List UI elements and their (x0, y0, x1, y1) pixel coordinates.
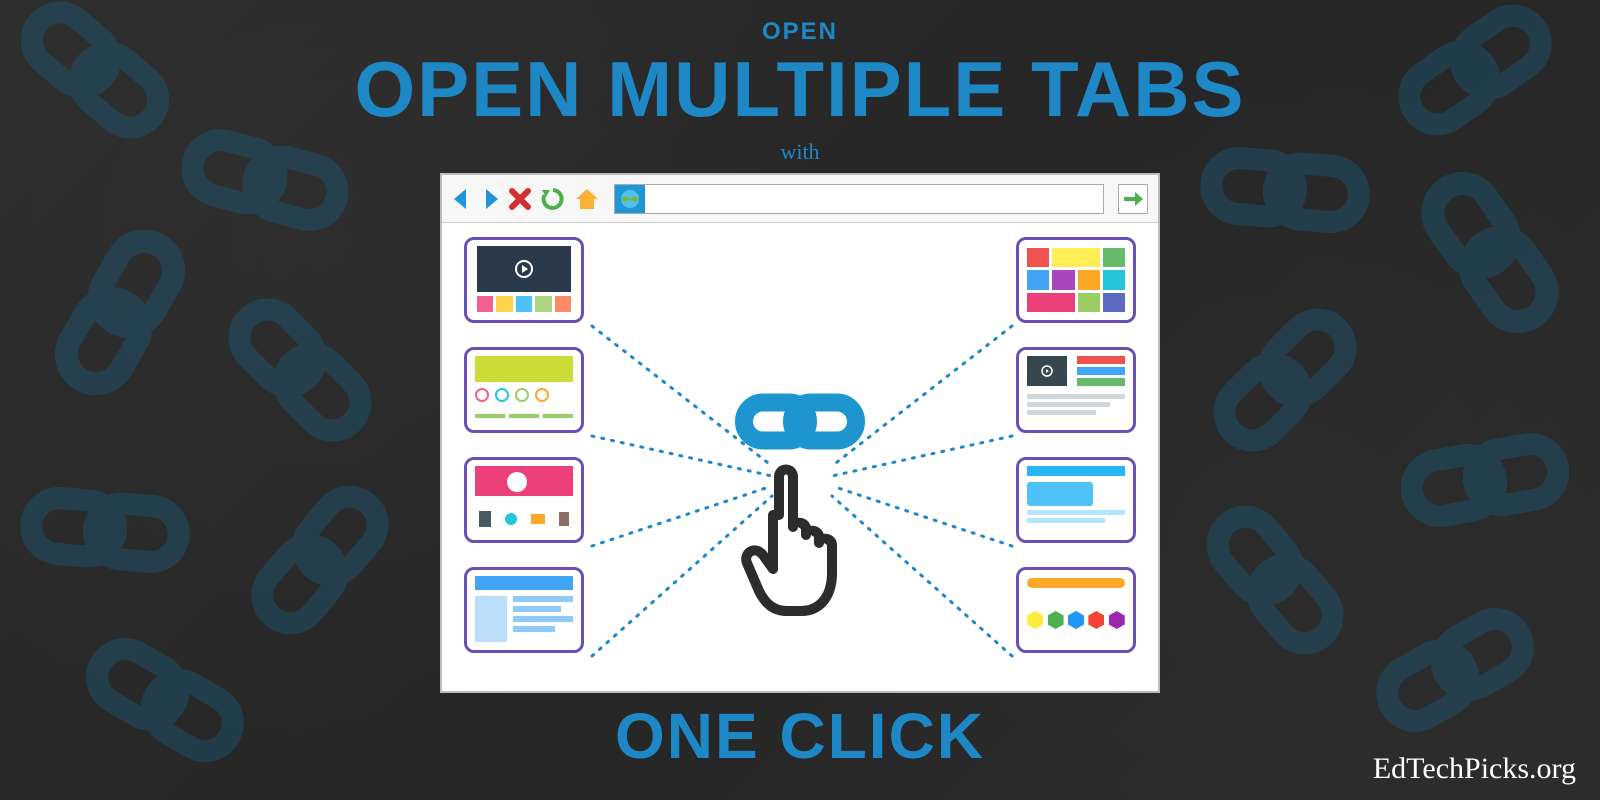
forward-arrow-icon (480, 187, 500, 211)
back-arrow-icon (452, 187, 472, 211)
attribution-text: EdTechPicks.org (1373, 752, 1576, 786)
page-thumbnail (1016, 237, 1136, 323)
go-button (1118, 184, 1148, 214)
page-thumbnail (1016, 347, 1136, 433)
heading-with: with (780, 139, 819, 165)
address-bar (614, 184, 1104, 214)
heading-open-small: OPEN (762, 18, 838, 46)
home-icon (574, 186, 600, 212)
close-icon (508, 187, 532, 211)
page-thumbnail (1016, 567, 1136, 653)
page-thumbnail (464, 567, 584, 653)
refresh-icon (540, 186, 566, 212)
page-thumbnail (464, 457, 584, 543)
globe-icon (615, 185, 645, 213)
go-arrow-icon (1122, 188, 1144, 210)
browser-toolbar (442, 175, 1158, 223)
page-thumbnail (464, 237, 584, 323)
page-thumbnail (1016, 457, 1136, 543)
page-thumbnail (464, 347, 584, 433)
hand-pointer-icon (735, 455, 865, 630)
browser-body (442, 223, 1158, 691)
chain-link-icon (735, 389, 865, 460)
heading-main: OPEN MULTIPLE TABS (354, 44, 1245, 135)
browser-window (440, 173, 1160, 693)
